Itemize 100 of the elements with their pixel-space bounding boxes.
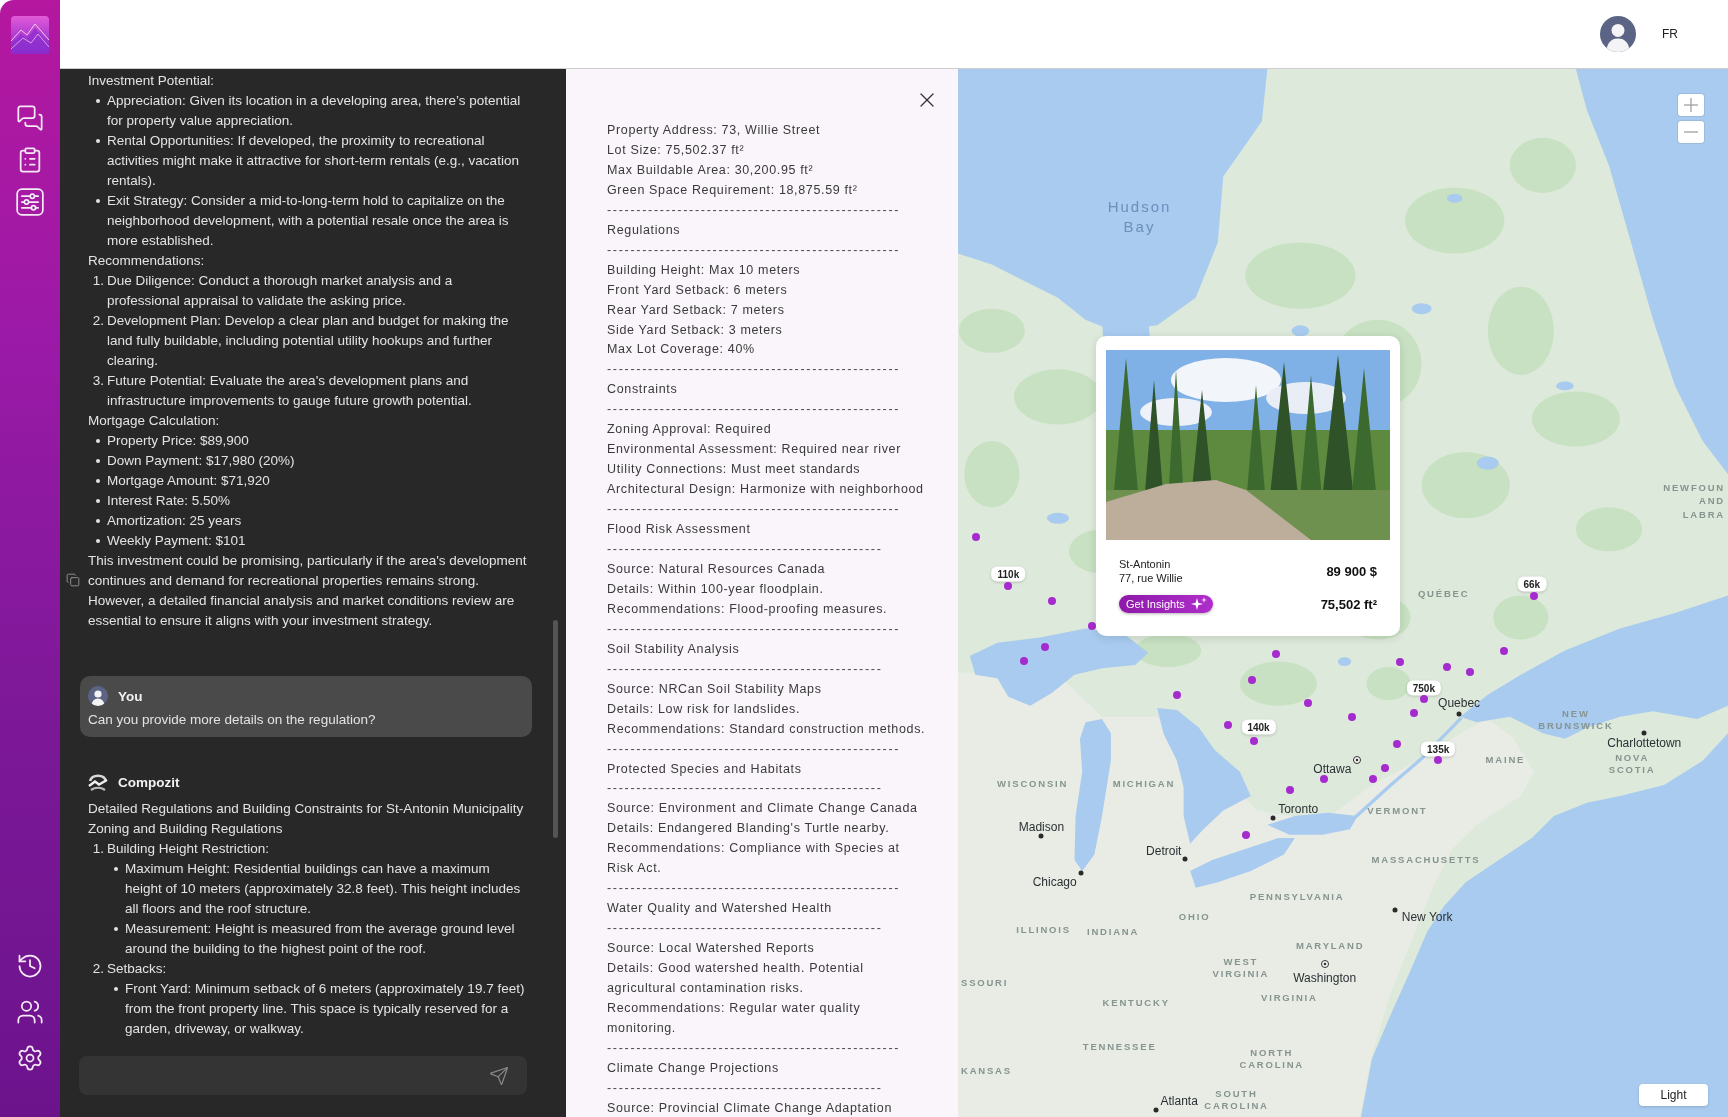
city-label: Quebec: [1438, 696, 1481, 711]
report-line: Front Yard Setback: 6 meters: [607, 281, 789, 299]
map-pin-icon[interactable]: [1393, 739, 1402, 748]
list-item-text: Front Yard: Minimum setback of 6 meters (approximately 19.7 feet) from the front property line. This space is typically reserved for a garden, driveway, or walkway.: [125, 980, 526, 1038]
list-number: 3.: [92, 372, 105, 390]
sparkle-icon: [1190, 597, 1207, 611]
region-label: MAINE: [1485, 754, 1526, 767]
dashed-divider: --------------------------------------------------: [607, 880, 901, 898]
avatar-icon[interactable]: [1600, 16, 1636, 52]
send-button[interactable]: [489, 1065, 509, 1086]
scrollbar-thumb[interactable]: [553, 620, 558, 838]
report-line: Side Yard Setback: 3 meters: [607, 321, 784, 339]
map-pin-icon[interactable]: [1004, 582, 1013, 591]
street-address: 77, rue Willie: [1119, 571, 1184, 585]
avatar-icon[interactable]: [88, 686, 108, 706]
map-pin-icon[interactable]: [1040, 642, 1049, 651]
bullet-icon: [95, 199, 100, 203]
map-pin-icon[interactable]: [1434, 756, 1443, 765]
city-label: Atlanta: [1160, 1093, 1198, 1108]
logo-icon[interactable]: [11, 16, 49, 54]
report-line: Details: Within 100-year floodplain.: [607, 580, 825, 598]
price-tag[interactable]: 135k: [1421, 741, 1456, 757]
price-tag[interactable]: 750k: [1406, 680, 1441, 696]
map-pin-icon[interactable]: [1242, 831, 1251, 840]
map-pin-icon[interactable]: [972, 532, 981, 541]
list-item-text: Weekly Payment: $101: [107, 532, 247, 550]
minus-icon: [1684, 131, 1698, 133]
map-pin-icon[interactable]: [1048, 596, 1057, 605]
list-item-text: Maximum Height: Residential buildings can have a maximum height of 10 meters (approximately 32.8 feet). This height includes all floors and the roof structure.: [125, 860, 522, 918]
map-pin-icon[interactable]: [1419, 694, 1428, 703]
dashed-divider: --------------------------------------------------: [607, 620, 901, 638]
map-pin-icon[interactable]: [1088, 621, 1097, 630]
list-item-text: Development Plan: Develop a clear plan and budget for making the land fully buildable, including potential utility hookups and further clearing.: [107, 312, 510, 370]
report-line: Rear Yard Setback: 7 meters: [607, 301, 786, 319]
report-line: Source: Natural Resources Canada: [607, 560, 827, 578]
map-pin-icon[interactable]: [1223, 721, 1232, 730]
dashed-divider: -----------------------------------------------: [607, 780, 883, 798]
map-pin-icon[interactable]: [1500, 647, 1509, 656]
map-pin-icon[interactable]: [1272, 649, 1281, 658]
section-title: Water Quality and Watershed Health: [607, 900, 833, 918]
dashed-divider: --------------------------------------------------: [607, 201, 901, 219]
price-tag[interactable]: 110k: [991, 566, 1026, 582]
map-pin-icon[interactable]: [1304, 699, 1313, 708]
language-toggle[interactable]: FR: [1662, 27, 1678, 41]
map-pin-icon[interactable]: [1381, 764, 1390, 773]
water-label: Hudson Bay: [1107, 197, 1172, 238]
history-icon[interactable]: [16, 952, 44, 980]
city-label: Charlottetown: [1607, 735, 1682, 750]
message-text: Detailed Regulations and Building Constraints for St-Antonin Municipality: [88, 800, 525, 818]
map-pin-icon[interactable]: [1319, 775, 1328, 784]
copy-icon[interactable]: [66, 573, 80, 587]
map-pin-icon[interactable]: [1395, 658, 1404, 667]
section-title: Climate Change Projections: [607, 1059, 780, 1077]
capital-marker-icon: [1352, 756, 1361, 765]
map-pin-icon[interactable]: [1019, 657, 1028, 666]
message-text: Investment Potential:: [88, 72, 216, 90]
list-item-text: Future Potential: Evaluate the area's development plans and infrastructure improvements to gauge future growth potential.: [107, 372, 473, 410]
sliders-icon[interactable]: [16, 188, 44, 216]
region-label: NORTH CAROLINA: [1239, 1047, 1304, 1072]
get-insights-button[interactable]: Get Insights: [1119, 595, 1213, 613]
settings-icon[interactable]: [16, 1044, 44, 1072]
map-pin-icon[interactable]: [1247, 675, 1256, 684]
city-label: Toronto: [1278, 801, 1319, 816]
price-tag[interactable]: 66k: [1517, 576, 1547, 592]
region-label: INDIANA: [1086, 926, 1140, 939]
map-pin-icon[interactable]: [1442, 662, 1451, 671]
city-label: New York: [1401, 909, 1453, 924]
list-item-text: Building Height Restriction:: [107, 840, 271, 858]
list-item-text: Interest Rate: 5.50%: [107, 492, 232, 510]
list-item-text: Property Price: $89,900: [107, 432, 250, 450]
map-pin-icon[interactable]: [1172, 691, 1181, 700]
city-dot-icon: [1182, 856, 1188, 861]
bullet-icon: [95, 439, 100, 443]
list-item-text: Exit Strategy: Consider a mid-to-long-term hold to capitalize on the neighborhood development, with a potential resale once the area is more established.: [107, 192, 510, 250]
list-item-text: Setbacks:: [107, 960, 168, 978]
map-pin-icon[interactable]: [1369, 775, 1378, 784]
message-input[interactable]: [79, 1056, 527, 1095]
report-line: Recommendations: Compliance with Species at Risk Act.: [607, 840, 901, 878]
region-label: LABRA: [1682, 508, 1725, 521]
report-line: Source: Environment and Climate Change Canada: [607, 800, 919, 818]
map-pin-icon[interactable]: [1286, 786, 1295, 795]
dashed-divider: --------------------------------------------------: [607, 361, 901, 379]
dashed-divider: --------------------------------------------------: [607, 740, 901, 758]
report-line: Environmental Assessment: Required near river: [607, 441, 902, 459]
region-label: ILLINOIS: [1016, 924, 1071, 937]
dashed-divider: -----------------------------------------------: [607, 1079, 883, 1097]
map-pin-icon[interactable]: [1409, 709, 1418, 718]
map-pin-icon[interactable]: [1530, 592, 1539, 601]
map-pin-icon[interactable]: [1466, 668, 1475, 677]
list-number: 2.: [92, 312, 105, 330]
report-line: Details: Good watershed health. Potential agricultural contamination risks.: [607, 960, 865, 997]
price-tag[interactable]: 140k: [1241, 719, 1276, 735]
list-number: 1.: [92, 272, 105, 290]
theme-toggle-button[interactable]: Light: [1639, 1084, 1708, 1106]
chat-bubbles-icon[interactable]: [16, 104, 44, 132]
users-icon[interactable]: [16, 998, 44, 1026]
map-pin-icon[interactable]: [1250, 736, 1259, 745]
map-pin-icon[interactable]: [1348, 713, 1357, 722]
report-line: Max Buildable Area: 30,200.95 ft²: [607, 161, 815, 179]
section-title: Constraints: [607, 381, 679, 399]
